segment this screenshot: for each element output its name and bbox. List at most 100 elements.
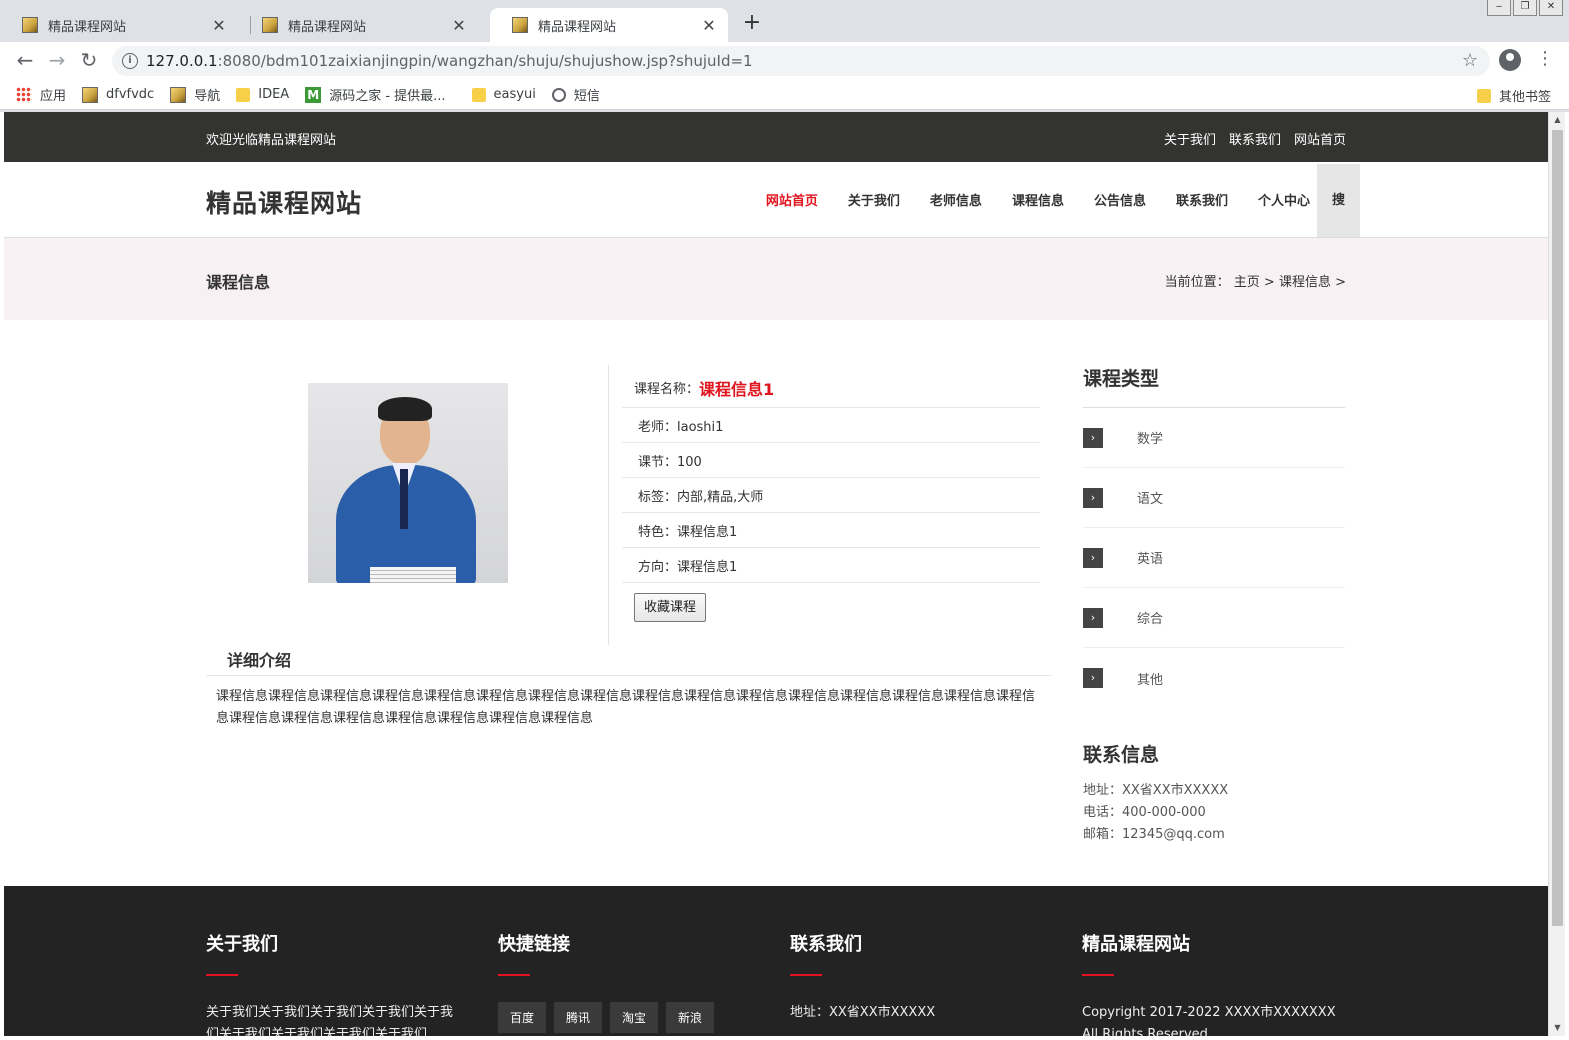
site-title[interactable]: 精品课程网站 <box>206 184 362 220</box>
tab-title: 精品课程网站 <box>288 19 367 35</box>
photo-hair <box>378 397 432 421</box>
photo-tie <box>400 469 408 529</box>
browser-chrome: 精品课程网站 ✕ 精品课程网站 ✕ 精品课程网站 ✕ + ‒ ❐ ✕ ← → ↻… <box>0 0 1569 112</box>
bookmark-apps[interactable]: 应用 <box>16 85 66 104</box>
category-label: 综合 <box>1137 612 1164 627</box>
back-arrow-icon[interactable]: ← <box>14 50 36 72</box>
nav-teachers[interactable]: 老师信息 <box>930 190 982 209</box>
footer-accent-line <box>790 974 822 976</box>
nav-notices[interactable]: 公告信息 <box>1094 190 1146 209</box>
quick-link-sina[interactable]: 新浪 <box>666 1002 715 1033</box>
category-item-general[interactable]: › 综合 <box>1083 588 1345 648</box>
bookmark-easyui[interactable]: easyui <box>471 87 536 102</box>
page-title: 课程信息 <box>206 273 271 292</box>
bookmark-label: IDEA <box>258 87 290 102</box>
image-icon <box>82 86 99 103</box>
bookmark-label: 应用 <box>40 89 67 104</box>
minimize-icon[interactable]: ‒ <box>1487 0 1511 16</box>
course-name-row: 课程名称： 课程信息1 <box>622 368 1040 408</box>
search-button[interactable]: 搜 <box>1317 164 1360 237</box>
close-tab-icon[interactable]: ✕ <box>700 16 718 35</box>
footer-site-title: 精品课程网站 <box>1082 934 1190 955</box>
category-item-english[interactable]: › 英语 <box>1083 528 1345 588</box>
restore-icon[interactable]: ❐ <box>1513 0 1537 16</box>
footer-copyright: Copyright 2017-2022 XXXX市XXXXXXX All Rig… <box>1082 1005 1336 1036</box>
top-links: 关于我们 联系我们 网站首页 <box>1164 129 1346 148</box>
nav-courses[interactable]: 课程信息 <box>1012 190 1064 209</box>
category-item-other[interactable]: › 其他 <box>1083 648 1345 708</box>
top-link-contact[interactable]: 联系我们 <box>1229 129 1281 148</box>
address-bar[interactable]: i 127.0.0.1:8080/bdm101zaixianjingpin/wa… <box>112 46 1490 76</box>
browser-tab-2[interactable]: 精品课程网站 ✕ <box>240 8 478 42</box>
vertical-divider <box>608 365 609 645</box>
bookmark-duanxin[interactable]: 短信 <box>551 85 600 104</box>
bookmark-daohang[interactable]: 导航 <box>170 85 220 104</box>
course-name-label: 课程名称： <box>634 382 700 397</box>
footer-accent-line <box>1082 974 1114 976</box>
bookmark-dfvfvdc[interactable]: dfvfvdc <box>82 86 154 103</box>
footer-links: 快捷链接 百度 腾讯 淘宝 新浪 <box>498 930 715 1033</box>
page-heading-band: 课程信息 当前位置： 主页 > 课程信息 > <box>4 238 1548 320</box>
browser-tab-3-active[interactable]: 精品课程网站 ✕ <box>490 8 728 42</box>
scrollbar-thumb[interactable] <box>1552 130 1563 926</box>
site-header: 精品课程网站 网站首页 关于我们 老师信息 课程信息 公告信息 联系我们 个人中… <box>4 162 1548 238</box>
bookmark-yuanma[interactable]: M 源码之家 - 提供最... <box>305 85 446 104</box>
url-host: 127.0.0.1 <box>146 52 218 70</box>
close-tab-icon[interactable]: ✕ <box>210 16 228 35</box>
category-item-math[interactable]: › 数学 <box>1083 408 1345 468</box>
close-tab-icon[interactable]: ✕ <box>450 16 468 35</box>
top-bar: 欢迎光临精品课程网站 关于我们 联系我们 网站首页 <box>4 112 1548 162</box>
footer-about-title: 关于我们 <box>206 934 278 955</box>
category-label: 英语 <box>1137 552 1164 567</box>
m-icon: M <box>305 86 322 103</box>
bookmarks-bar: 应用 dfvfvdc 导航 IDEA M 源码之家 - 提供最... easyu… <box>0 80 1569 110</box>
scroll-down-arrow-icon[interactable]: ▼ <box>1549 1020 1566 1036</box>
new-tab-plus-icon[interactable]: + <box>740 12 764 36</box>
site-info-icon[interactable]: i <box>122 53 138 69</box>
reload-icon[interactable]: ↻ <box>78 50 100 72</box>
footer-contact-text: 地址：XX省XX市XXXXX <box>790 1005 936 1020</box>
browser-menu-icon[interactable]: ⋮ <box>1536 48 1554 69</box>
detail-title: 详细介绍 <box>227 651 292 670</box>
nav-about[interactable]: 关于我们 <box>848 190 900 209</box>
category-label: 数学 <box>1137 432 1164 447</box>
top-link-home[interactable]: 网站首页 <box>1294 129 1346 148</box>
nav-home[interactable]: 网站首页 <box>766 190 818 209</box>
top-link-about[interactable]: 关于我们 <box>1164 129 1216 148</box>
nav-contact[interactable]: 联系我们 <box>1176 190 1228 209</box>
browser-toolbar: ← → ↻ i 127.0.0.1:8080/bdm101zaixianjing… <box>0 42 1569 80</box>
forward-arrow-icon[interactable]: → <box>46 50 68 72</box>
quick-links: 百度 腾讯 淘宝 新浪 <box>498 1002 715 1033</box>
welcome-text: 欢迎光临精品课程网站 <box>206 133 337 148</box>
scroll-up-arrow-icon[interactable]: ▲ <box>1549 112 1566 128</box>
quick-link-baidu[interactable]: 百度 <box>498 1002 547 1033</box>
page-scrollbar[interactable]: ▲ ▼ <box>1548 112 1565 1036</box>
course-field-feature: 特色：课程信息1 <box>622 513 1040 548</box>
other-bookmarks[interactable]: 其他书签 <box>1476 86 1551 105</box>
photo-books <box>370 567 456 583</box>
course-field-tags: 标签：内部,精品,大师 <box>622 478 1040 513</box>
course-field-lessons: 课节：100 <box>622 443 1040 478</box>
folder-icon <box>236 87 251 102</box>
quick-link-tencent[interactable]: 腾讯 <box>554 1002 603 1033</box>
browser-tab-1[interactable]: 精品课程网站 ✕ <box>0 8 238 42</box>
sidebar: 课程类型 › 数学 › 语文 › 英语 › 综合 › 其他 联系信息 地址：XX… <box>1083 362 1345 846</box>
bookmark-star-icon[interactable]: ☆ <box>1462 50 1478 71</box>
nav-profile[interactable]: 个人中心 <box>1258 190 1310 209</box>
profile-avatar-icon[interactable] <box>1499 49 1521 71</box>
bookmark-label: 导航 <box>194 89 221 104</box>
course-teacher-photo <box>308 383 508 583</box>
footer-contact: 联系我们 地址：XX省XX市XXXXX <box>790 930 1046 1024</box>
footer-about: 关于我们 关于我们关于我们关于我们关于我们关于我们关于我们关于我们关于我们关于我… <box>206 930 462 1036</box>
footer-accent-line <box>498 974 530 976</box>
quick-link-taobao[interactable]: 淘宝 <box>610 1002 659 1033</box>
bookmark-idea[interactable]: IDEA <box>236 87 289 102</box>
site-favicon-icon <box>262 17 278 33</box>
collect-course-button[interactable]: 收藏课程 <box>634 593 706 622</box>
close-window-icon[interactable]: ✕ <box>1539 0 1563 16</box>
tab-title: 精品课程网站 <box>538 19 617 35</box>
detail-text: 课程信息课程信息课程信息课程信息课程信息课程信息课程信息课程信息课程信息课程信息… <box>216 689 1036 726</box>
category-item-chinese[interactable]: › 语文 <box>1083 468 1345 528</box>
other-bookmarks-label: 其他书签 <box>1498 90 1551 105</box>
site-footer: 关于我们 关于我们关于我们关于我们关于我们关于我们关于我们关于我们关于我们关于我… <box>4 886 1548 1036</box>
